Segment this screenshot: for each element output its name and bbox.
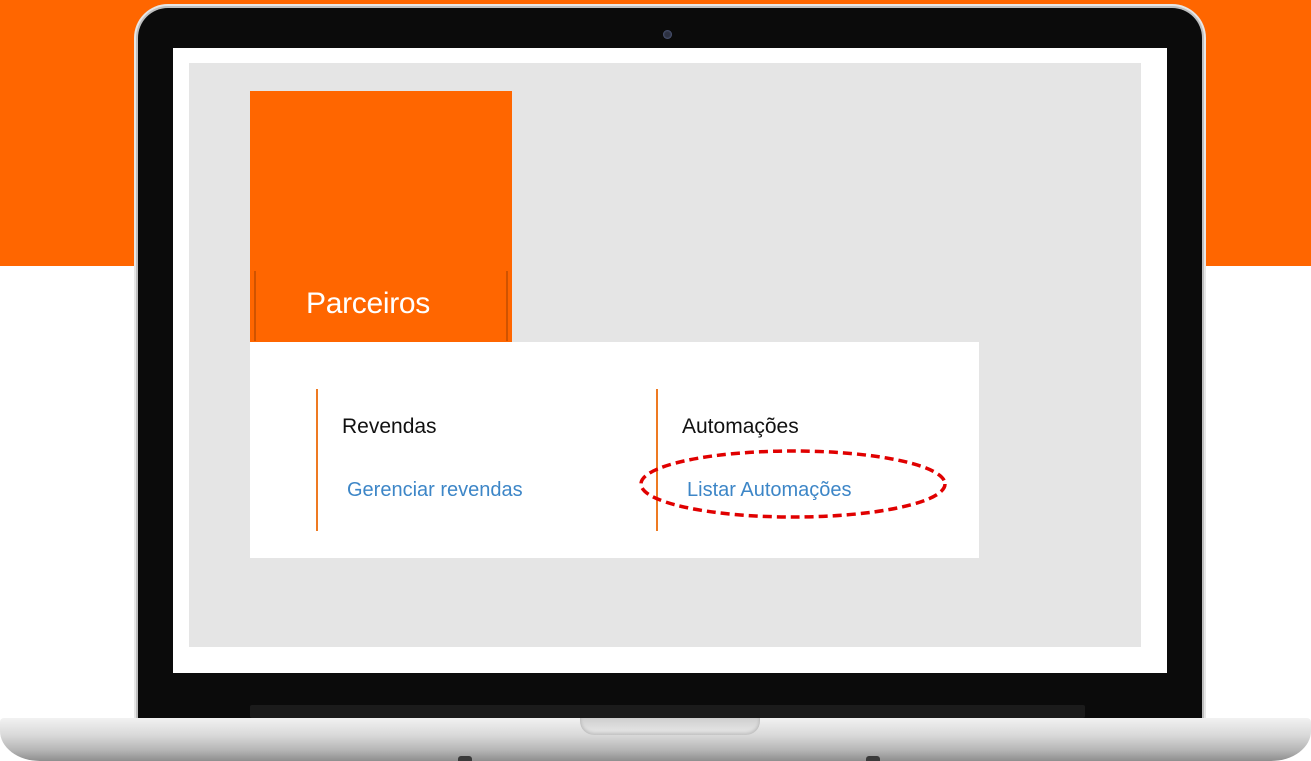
laptop-foot-right — [866, 756, 880, 761]
laptop-hinge — [250, 705, 1085, 718]
menu-heading-automacoes: Automações — [682, 415, 799, 438]
tile-left-divider — [254, 271, 256, 341]
laptop-foot-left — [458, 756, 472, 761]
tile-title: Parceiros — [306, 287, 431, 320]
partners-tile[interactable]: Parceiros — [250, 91, 512, 342]
webcam-icon — [663, 30, 672, 39]
laptop-base-notch — [580, 718, 760, 735]
menu-heading-revendas: Revendas — [342, 415, 437, 438]
highlight-ellipse-annotation — [639, 449, 947, 519]
tile-right-divider — [506, 271, 508, 341]
gerenciar-revendas-link[interactable]: Gerenciar revendas — [347, 479, 523, 502]
menu-column-revendas: Revendas Gerenciar revendas — [316, 389, 618, 531]
